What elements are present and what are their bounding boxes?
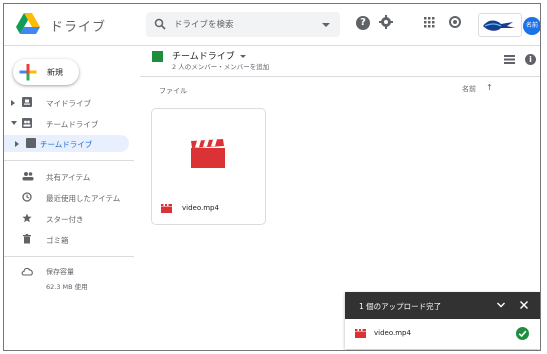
new-button[interactable]: 新規 [13,59,79,85]
storage-label[interactable]: 保存容量 [46,267,74,277]
list-view-icon[interactable] [504,55,515,64]
file-card[interactable]: video.mp4 [151,108,266,225]
info-icon[interactable]: i [525,54,536,65]
sidebar-item-recent[interactable]: 最近使用したアイテム [4,189,129,206]
sort-name-label[interactable]: 名前 [462,84,476,94]
sidebar-item-label: マイドライブ [46,99,91,108]
avatar[interactable]: 名前 [523,17,540,35]
chevron-down-icon[interactable] [496,300,506,310]
close-icon[interactable] [519,300,529,310]
gear-icon[interactable] [379,15,393,29]
people-icon [22,172,34,181]
new-button-label: 新規 [47,68,63,77]
team-drive-icon [26,138,36,148]
video-file-icon [161,204,172,213]
file-name-row[interactable]: video.mp4 [152,201,265,217]
file-name: video.mp4 [182,204,219,212]
sidebar-divider [4,256,134,257]
members-link[interactable]: 2 人のメンバー・メンバーを追加 [172,61,269,71]
organization-logo-icon[interactable] [478,13,522,37]
trash-icon [23,234,31,244]
files-section-label: ファイル [159,87,187,95]
search-box[interactable]: ドライブを検索 [146,12,340,37]
sidebar-item-team-drive-selected[interactable]: チームドライブ [4,135,129,152]
team-drive-color-icon [152,51,163,62]
chevron-down-icon[interactable] [239,55,246,58]
header-divider [140,76,540,77]
drive-logo-icon[interactable] [16,13,40,35]
collapse-arrow-icon[interactable] [11,121,17,125]
plus-icon [19,64,37,81]
team-drives-icon [22,118,32,128]
top-bar: ドライブ ドライブを検索 ? 名前 [4,4,540,46]
video-file-icon [355,329,366,338]
sidebar-item-label: チームドライブ [40,140,93,149]
sort-ascending-icon[interactable]: ↑ [486,83,493,92]
star-icon [22,213,32,223]
notifications-icon[interactable] [449,16,461,28]
upload-panel-header: 1 個のアップロード完了 [345,292,540,319]
sidebar-item-label: スター付き [46,215,84,224]
sidebar-divider [4,160,134,161]
sidebar-item-label: ゴミ箱 [46,236,69,245]
sidebar-item-shared[interactable]: 共有アイテム [4,168,129,185]
drive-window: ドライブ ドライブを検索 ? 名前 新規 マイドライブ チームドライブ チームド… [3,3,541,351]
upload-item[interactable]: video.mp4 [345,319,540,349]
sidebar-item-label: 共有アイテム [46,173,91,182]
video-file-icon [191,139,225,168]
expand-arrow-icon[interactable] [15,141,19,147]
upload-status-title: 1 個のアップロード完了 [359,302,442,311]
upload-file-name: video.mp4 [374,329,411,337]
clock-icon [22,192,32,202]
upload-panel: 1 個のアップロード完了 video.mp4 [345,292,540,349]
sidebar-item-label: チームドライブ [46,120,99,129]
sidebar-item-my-drive[interactable]: マイドライブ [4,94,129,111]
sidebar-item-team-drives[interactable]: チームドライブ [4,115,129,132]
search-icon[interactable] [154,18,166,30]
app-name[interactable]: ドライブ [50,16,106,35]
help-icon[interactable]: ? [356,16,370,30]
check-circle-icon [516,327,529,340]
sidebar-item-starred[interactable]: スター付き [4,210,129,227]
search-options-icon[interactable] [322,23,330,27]
apps-grid-icon[interactable] [424,17,435,28]
my-drive-icon [22,97,32,107]
cloud-icon [21,267,33,276]
search-input[interactable]: ドライブを検索 [174,18,234,30]
file-thumbnail[interactable] [152,109,265,191]
storage-used-text: 62.3 MB 使用 [46,283,88,291]
expand-arrow-icon[interactable] [11,100,15,106]
sidebar-item-label: 最近使用したアイテム [46,194,121,203]
sidebar-item-trash[interactable]: ゴミ箱 [4,231,129,248]
